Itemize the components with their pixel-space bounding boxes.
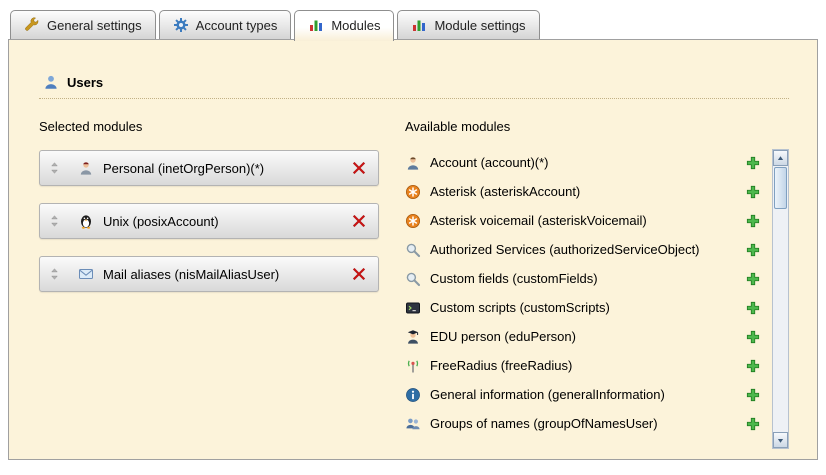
section-title: Users: [67, 75, 103, 90]
content-panel: Users Selected modules Personal (inetOrg…: [8, 39, 818, 460]
module-label: Custom scripts (customScripts): [430, 300, 738, 315]
add-icon[interactable]: [746, 301, 760, 315]
penguin-icon: [78, 213, 94, 229]
available-module-row: Asterisk voicemail (asteriskVoicemail): [405, 206, 764, 235]
module-label: General information (generalInformation): [430, 387, 738, 402]
available-module-row: Custom fields (customFields): [405, 264, 764, 293]
available-module-row: Custom scripts (customScripts): [405, 293, 764, 322]
available-module-row: EDU person (eduPerson): [405, 322, 764, 351]
scrollbar[interactable]: [772, 149, 789, 449]
tab-label: Modules: [331, 18, 380, 33]
delete-icon[interactable]: [352, 161, 366, 175]
magnifier-icon: [405, 242, 421, 258]
tab-module-settings[interactable]: Module settings: [397, 10, 539, 39]
tab-label: Account types: [196, 18, 278, 33]
module-label: Unix (posixAccount): [103, 214, 352, 229]
delete-icon[interactable]: [352, 214, 366, 228]
person-icon: [405, 155, 421, 171]
module-label: Account (account)(*): [430, 155, 738, 170]
module-label: Custom fields (customFields): [430, 271, 738, 286]
module-label: Authorized Services (authorizedServiceOb…: [430, 242, 738, 257]
add-icon[interactable]: [746, 214, 760, 228]
tab-account-types[interactable]: Account types: [159, 10, 292, 39]
available-modules-heading: Available modules: [405, 119, 764, 134]
asterisk-icon: [405, 184, 421, 200]
scroll-down-icon: [776, 436, 785, 445]
tab-label: Module settings: [434, 18, 525, 33]
add-icon[interactable]: [746, 272, 760, 286]
group-icon: [405, 416, 421, 432]
script-icon: [405, 300, 421, 316]
info-icon: [405, 387, 421, 403]
tab-general-settings[interactable]: General settings: [10, 10, 156, 39]
chart-settings-icon: [411, 17, 427, 33]
mail-icon: [78, 266, 94, 282]
module-label: Groups of names (groupOfNamesUser): [430, 416, 738, 431]
scrollbar-thumb[interactable]: [774, 167, 787, 209]
edu-icon: [405, 329, 421, 345]
add-icon[interactable]: [746, 185, 760, 199]
asterisk-icon: [405, 213, 421, 229]
person-red-icon: [78, 160, 94, 176]
scroll-down-button[interactable]: [773, 432, 788, 448]
available-module-row: Groups of names (groupOfNamesUser): [405, 409, 764, 438]
module-label: Personal (inetOrgPerson)(*): [103, 161, 352, 176]
available-module-row: FreeRadius (freeRadius): [405, 351, 764, 380]
available-modules-column: Available modules Account (account)(*) A…: [405, 119, 764, 449]
section-header: Users: [39, 74, 789, 99]
selected-module-row: Personal (inetOrgPerson)(*): [39, 150, 379, 186]
tab-modules[interactable]: Modules: [294, 10, 394, 41]
selected-modules-column: Selected modules Personal (inetOrgPerson…: [39, 119, 379, 449]
selected-module-row: Unix (posixAccount): [39, 203, 379, 239]
user-icon: [43, 74, 59, 90]
drag-handle-icon[interactable]: [48, 161, 61, 175]
available-module-row: Account (account)(*): [405, 148, 764, 177]
selected-module-row: Mail aliases (nisMailAliasUser): [39, 256, 379, 292]
available-modules-area: Available modules Account (account)(*) A…: [405, 119, 789, 449]
magnifier-icon: [405, 271, 421, 287]
available-module-row: Authorized Services (authorizedServiceOb…: [405, 235, 764, 264]
available-modules-list: Account (account)(*) Asterisk (asteriskA…: [405, 148, 764, 438]
selected-modules-list: Personal (inetOrgPerson)(*) Unix (posixA…: [39, 150, 379, 292]
tools-icon: [24, 17, 40, 33]
add-icon[interactable]: [746, 359, 760, 373]
delete-icon[interactable]: [352, 267, 366, 281]
drag-handle-icon[interactable]: [48, 214, 61, 228]
chart-icon: [308, 17, 324, 33]
radius-icon: [405, 358, 421, 374]
tab-bar: General settings Account types Modules M…: [0, 0, 826, 40]
scroll-up-button[interactable]: [773, 150, 788, 166]
scrollbar-track[interactable]: [773, 166, 788, 432]
lam-configuration-page: General settings Account types Modules M…: [0, 0, 826, 460]
module-label: EDU person (eduPerson): [430, 329, 738, 344]
module-label: Asterisk (asteriskAccount): [430, 184, 738, 199]
module-label: Mail aliases (nisMailAliasUser): [103, 267, 352, 282]
gear-icon: [173, 17, 189, 33]
add-icon[interactable]: [746, 156, 760, 170]
scroll-up-icon: [776, 154, 785, 163]
module-label: Asterisk voicemail (asteriskVoicemail): [430, 213, 738, 228]
add-icon[interactable]: [746, 330, 760, 344]
module-label: FreeRadius (freeRadius): [430, 358, 738, 373]
modules-columns: Selected modules Personal (inetOrgPerson…: [39, 119, 789, 449]
tab-label: General settings: [47, 18, 142, 33]
drag-handle-icon[interactable]: [48, 267, 61, 281]
available-module-row: General information (generalInformation): [405, 380, 764, 409]
add-icon[interactable]: [746, 243, 760, 257]
add-icon[interactable]: [746, 417, 760, 431]
add-icon[interactable]: [746, 388, 760, 402]
selected-modules-heading: Selected modules: [39, 119, 379, 134]
available-module-row: Asterisk (asteriskAccount): [405, 177, 764, 206]
